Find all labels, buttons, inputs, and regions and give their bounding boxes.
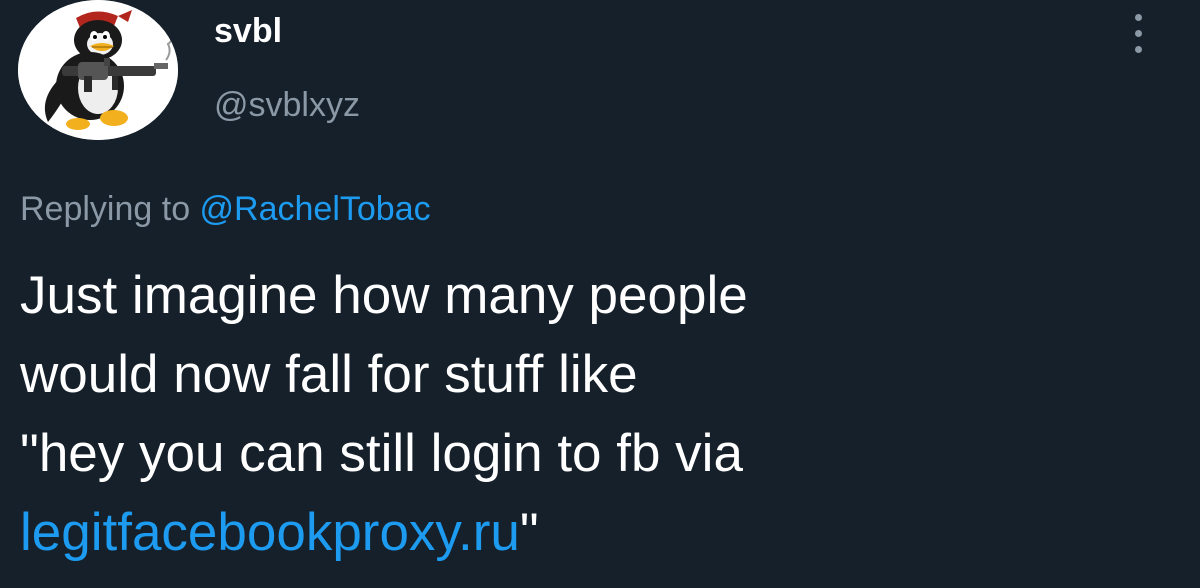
avatar[interactable] xyxy=(18,0,178,140)
tweet-text: Just imagine how many people would now f… xyxy=(20,256,1180,572)
more-options-button[interactable] xyxy=(1118,8,1158,60)
closing-quote: " xyxy=(519,503,539,562)
tweet-text-line: would now fall for stuff like xyxy=(20,345,638,404)
url-link[interactable]: legitfacebookproxy.ru xyxy=(20,503,520,562)
vertical-ellipsis-icon xyxy=(1135,14,1142,21)
user-handle[interactable]: @svblxyz xyxy=(214,82,360,128)
mention-link[interactable]: @RachelTobac xyxy=(200,190,431,228)
tweet-text-line: "hey you can still login to fb via xyxy=(20,424,743,483)
tweet-text-line: legitfacebookproxy.ru" xyxy=(20,493,1180,572)
tweet-text-line: Just imagine how many people xyxy=(20,266,748,325)
replying-to-line: Replying to @RachelTobac xyxy=(20,186,431,232)
display-name[interactable]: svbl xyxy=(214,8,282,54)
replying-to-label: Replying to xyxy=(20,190,200,228)
penguin-with-gun-avatar xyxy=(18,0,178,140)
